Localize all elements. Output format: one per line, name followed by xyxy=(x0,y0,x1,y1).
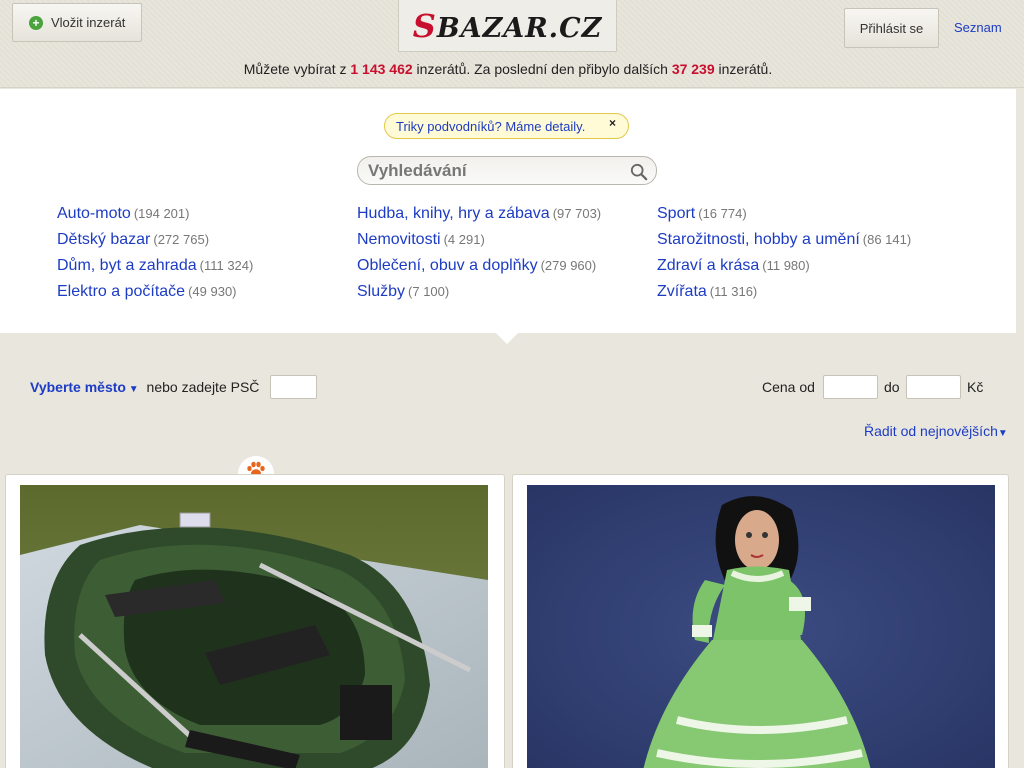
doll-green-dress-photo xyxy=(527,485,995,768)
close-icon[interactable]: × xyxy=(609,116,616,130)
category-item: Elektro a počítače (49 930) xyxy=(57,283,253,309)
stats-suffix: inzerátů. xyxy=(718,61,773,77)
logo-initial: S xyxy=(412,6,437,45)
listing-card[interactable] xyxy=(5,474,505,768)
category-link[interactable]: Sport xyxy=(657,205,695,222)
category-item: Nemovitosti (4 291) xyxy=(357,231,601,257)
category-item: Oblečení, obuv a doplňky (279 960) xyxy=(357,257,601,283)
category-column: Sport (16 774) Starožitnosti, hobby a umě… xyxy=(657,205,911,309)
category-item: Dům, byt a zahrada (111 324) xyxy=(57,257,253,283)
category-link[interactable]: Auto-moto xyxy=(57,205,131,222)
listing-card[interactable] xyxy=(512,474,1009,768)
category-item: Starožitnosti, hobby a umění (86 141) xyxy=(657,231,911,257)
panel-pointer xyxy=(496,333,518,344)
category-item: Dětský bazar (272 765) xyxy=(57,231,253,257)
category-count: (16 774) xyxy=(698,206,747,221)
category-column: Hudba, knihy, hry a zábava (97 703) Nemov… xyxy=(357,205,601,309)
inflatable-boat-photo xyxy=(20,485,488,768)
listing-image[interactable] xyxy=(20,485,488,768)
category-link[interactable]: Elektro a počítače xyxy=(57,283,185,300)
listing-stats: Můžete vybírat z 1 143 462 inzerátů. Za … xyxy=(0,61,1016,77)
seznam-link[interactable]: Seznam xyxy=(954,20,1002,35)
category-count: (272 765) xyxy=(153,232,210,247)
category-link[interactable]: Zvířata xyxy=(657,283,707,300)
category-item: Zdraví a krása (11 980) xyxy=(657,257,911,283)
sort-link[interactable]: Řadit od nejnovějších▼ xyxy=(864,423,1008,439)
add-listing-button[interactable]: + Vložit inzerát xyxy=(12,3,142,42)
category-count: (97 703) xyxy=(552,206,602,221)
category-item: Služby (7 100) xyxy=(357,283,601,309)
category-count: (49 930) xyxy=(188,284,237,299)
category-count: (86 141) xyxy=(862,232,912,247)
stats-middle: inzerátů. Za poslední den přibylo dalšíc… xyxy=(416,61,668,77)
search-icon[interactable] xyxy=(630,163,648,181)
search-input[interactable] xyxy=(368,160,618,182)
logo[interactable]: SBAZAR.CZ xyxy=(398,0,617,52)
category-count: (111 324) xyxy=(199,258,254,273)
category-link[interactable]: Oblečení, obuv a doplňky xyxy=(357,257,538,274)
city-select-label: Vyberte město xyxy=(30,379,126,395)
category-link[interactable]: Dům, byt a zahrada xyxy=(57,257,197,274)
header: + Vložit inzerát SBAZAR.CZ Přihlásit se … xyxy=(0,0,1024,88)
plus-icon: + xyxy=(29,15,43,30)
category-link[interactable]: Hudba, knihy, hry a zábava xyxy=(357,205,550,222)
category-link[interactable]: Zdraví a krása xyxy=(657,257,759,274)
stats-new: 37 239 xyxy=(671,61,715,77)
category-link[interactable]: Nemovitosti xyxy=(357,231,441,248)
category-item: Zvířata (11 316) xyxy=(657,283,911,309)
category-count: (279 960) xyxy=(540,258,597,273)
sort-label: Řadit od nejnovějších xyxy=(864,423,998,439)
fraud-tip-text: Triky podvodníků? Máme detaily. xyxy=(396,118,586,134)
chevron-down-icon: ▼ xyxy=(997,428,1008,439)
category-item: Hudba, knihy, hry a zábava (97 703) xyxy=(357,205,601,231)
category-count: (11 980) xyxy=(762,258,810,273)
listing-image[interactable] xyxy=(527,485,995,768)
category-count: (11 316) xyxy=(709,284,758,299)
city-filter: Vyberte město ▼ nebo zadejte PSČ xyxy=(30,379,259,395)
logo-text: BAZAR.CZ xyxy=(436,12,603,44)
city-select-link[interactable]: Vyberte město ▼ xyxy=(30,379,139,395)
price-to-label: do xyxy=(884,379,900,395)
category-link[interactable]: Služby xyxy=(357,283,405,300)
category-count: (4 291) xyxy=(443,232,485,247)
stats-prefix: Můžete vybírat z xyxy=(243,61,347,77)
login-button[interactable]: Přihlásit se xyxy=(844,8,939,48)
price-from-label: Cena od xyxy=(762,379,815,395)
search-box xyxy=(357,156,657,185)
price-from-input[interactable] xyxy=(823,375,878,399)
currency-label: Kč xyxy=(967,379,984,395)
psc-input[interactable] xyxy=(270,375,317,399)
chevron-down-icon: ▼ xyxy=(125,384,139,395)
category-link[interactable]: Starožitnosti, hobby a umění xyxy=(657,231,860,248)
fraud-tip-banner[interactable]: Triky podvodníků? Máme detaily. × xyxy=(384,113,629,139)
category-panel: Triky podvodníků? Máme detaily. × Auto-m… xyxy=(0,89,1016,333)
psc-label: nebo zadejte PSČ xyxy=(146,379,260,395)
category-column: Auto-moto (194 201) Dětský bazar (272 765)… xyxy=(57,205,253,309)
category-item: Sport (16 774) xyxy=(657,205,911,231)
add-listing-label: Vložit inzerát xyxy=(51,15,126,30)
category-count: (194 201) xyxy=(133,206,190,221)
category-count: (7 100) xyxy=(408,284,450,299)
category-item: Auto-moto (194 201) xyxy=(57,205,253,231)
stats-total: 1 143 462 xyxy=(350,61,413,77)
price-to-input[interactable] xyxy=(906,375,961,399)
category-link[interactable]: Dětský bazar xyxy=(57,231,150,248)
